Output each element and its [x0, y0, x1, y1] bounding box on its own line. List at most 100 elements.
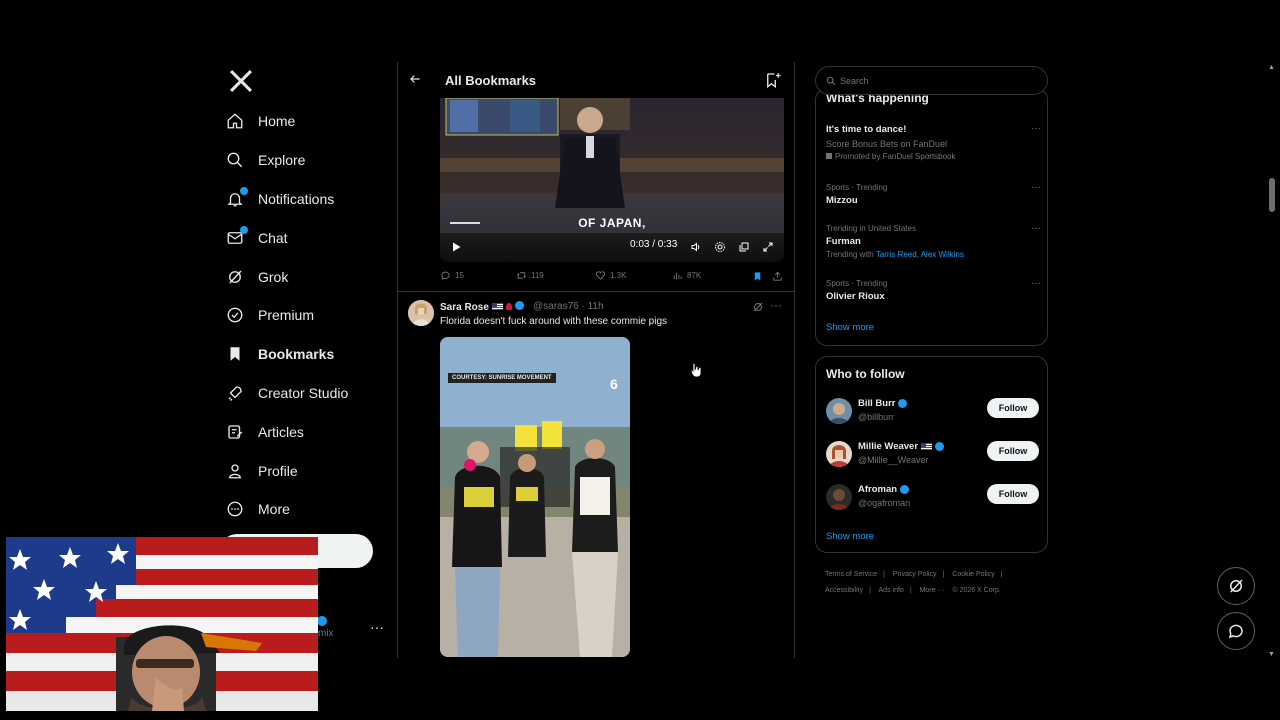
grok-float-button[interactable] — [1217, 567, 1255, 605]
promoted-icon — [826, 153, 832, 159]
footer-link-ads[interactable]: Ads info — [879, 587, 904, 594]
verified-badge-icon — [900, 485, 910, 494]
follow-suggestion[interactable]: Afroman @ogafroman Follow — [826, 483, 1039, 517]
bookmark-icon — [230, 347, 240, 361]
page-scrollbar[interactable]: ▲ ▼ — [1267, 62, 1277, 658]
trends-show-more-link[interactable]: Show more — [826, 322, 874, 333]
grok-icon — [1230, 579, 1243, 593]
footer-link-privacy[interactable]: Privacy Policy — [893, 571, 937, 578]
footer-sep: | — [869, 587, 871, 594]
scroll-down-icon[interactable]: ▼ — [1268, 651, 1275, 658]
search-icon — [227, 152, 243, 168]
reply-button[interactable]: 15 — [440, 270, 464, 281]
sidebar-item-explore[interactable]: Explore — [218, 141, 398, 180]
views-button[interactable]: 87K — [672, 270, 701, 281]
tweet-video[interactable]: 6 COURTESY: SUNRISE MOVEMENT — [440, 337, 630, 657]
suggestion-handle: @ogafroman — [858, 498, 911, 508]
tweet-author-name[interactable]: Sara Rose — [440, 301, 524, 313]
sidebar-item-grok[interactable]: Grok — [218, 257, 398, 296]
sidebar-nav: Home Explore Notifications Chat Grok Pre… — [218, 64, 398, 529]
trend-meta: Sports · Trending — [826, 183, 888, 192]
messages-float-button[interactable] — [1217, 612, 1255, 650]
view-count: 87K — [687, 271, 702, 280]
trend-item[interactable]: Sports · Trending Olivier Rioux ··· — [826, 278, 1041, 304]
x-logo-icon[interactable] — [224, 64, 258, 98]
fullscreen-icon[interactable] — [762, 241, 774, 253]
premium-icon — [227, 307, 243, 323]
search-input[interactable] — [840, 73, 1030, 89]
sidebar-item-bookmarks[interactable]: Bookmarks — [218, 335, 398, 374]
views-chart-icon — [673, 272, 682, 280]
page-title: All Bookmarks — [445, 73, 537, 88]
search-icon — [826, 76, 836, 86]
repost-icon — [517, 272, 526, 279]
sidebar-item-profile[interactable]: Profile — [218, 451, 398, 490]
article-icon — [228, 425, 243, 439]
share-icon[interactable] — [772, 271, 783, 282]
sidebar-item-chat[interactable]: Chat — [218, 218, 398, 257]
sidebar-item-label: Bookmarks — [258, 346, 335, 363]
trend-more-button[interactable]: ··· — [1031, 278, 1041, 289]
account-more-button[interactable]: ··· — [370, 619, 384, 635]
trend-item[interactable]: It's time to dance! Score Bonus Bets on … — [826, 123, 1041, 163]
popout-icon[interactable] — [738, 241, 750, 253]
trend-meta: Sports · Trending — [826, 279, 888, 288]
sidebar-item-home[interactable]: Home — [218, 102, 398, 141]
video-source-tag: COURTESY: SUNRISE MOVEMENT — [448, 373, 556, 383]
scrollbar-thumb[interactable] — [1269, 178, 1275, 212]
trend-more-button[interactable]: ··· — [1031, 182, 1041, 193]
trend-more-button[interactable]: ··· — [1031, 223, 1041, 234]
back-arrow-icon[interactable] — [408, 72, 422, 86]
notification-badge — [240, 186, 248, 195]
video-frame: 6 — [440, 337, 630, 657]
footer-link-more[interactable]: More ··· — [920, 587, 945, 594]
sidebar-item-label: Profile — [258, 462, 298, 479]
like-button[interactable]: 1.3K — [595, 270, 626, 281]
search-bar[interactable] — [815, 66, 1048, 95]
bookmark-folder-icon[interactable] — [764, 71, 782, 89]
follow-button[interactable]: Follow — [987, 441, 1039, 461]
volume-icon[interactable] — [690, 241, 702, 253]
footer-link-cookies[interactable]: Cookie Policy — [952, 571, 994, 578]
suggestion-name: Afroman — [858, 484, 910, 495]
sidebar-item-label: More — [258, 501, 290, 518]
follow-suggestion[interactable]: Bill Burr @billburr Follow — [826, 397, 1039, 431]
trending-panel: What's happening It's time to dance! Sco… — [815, 88, 1048, 346]
sidebar-item-notifications[interactable]: Notifications — [218, 180, 398, 219]
avatar[interactable] — [408, 300, 434, 326]
footer-copyright: © 2026 X Corp. — [952, 587, 1001, 594]
video-player[interactable]: OF JAPAN, 0:03 / 0:33 — [440, 98, 784, 262]
avatar[interactable] — [826, 398, 852, 424]
trend-more-button[interactable]: ··· — [1031, 123, 1041, 134]
follow-suggestion[interactable]: Millie Weaver @Millie__Weaver Follow — [826, 440, 1039, 474]
sidebar-item-more[interactable]: More — [218, 490, 398, 529]
sidebar-item-creator-studio[interactable]: Creator Studio — [218, 374, 398, 413]
trend-meta: Trending in United States — [826, 224, 916, 233]
who-show-more-link[interactable]: Show more — [826, 531, 874, 542]
avatar[interactable] — [826, 484, 852, 510]
avatar[interactable] — [826, 441, 852, 467]
trend-item[interactable]: Sports · Trending Mizzou ··· — [826, 182, 1041, 208]
settings-gear-icon[interactable] — [714, 241, 726, 253]
repost-button[interactable]: 119 — [516, 270, 544, 281]
tweet-more-button[interactable]: ··· — [770, 298, 782, 312]
follow-button[interactable]: Follow — [987, 484, 1039, 504]
heart-icon — [595, 271, 606, 280]
sidebar-item-articles[interactable]: Articles — [218, 412, 398, 451]
trend-item[interactable]: Trending in United States Furman Trendin… — [826, 223, 1041, 261]
scroll-up-icon[interactable]: ▲ — [1268, 64, 1275, 71]
grok-icon[interactable] — [752, 301, 764, 313]
repost-count: 119 — [531, 271, 544, 280]
follow-button[interactable]: Follow — [987, 398, 1039, 418]
sidebar-item-premium[interactable]: Premium — [218, 296, 398, 335]
bookmark-filled-icon[interactable] — [752, 271, 763, 282]
play-icon[interactable] — [450, 241, 462, 253]
sidebar-item-label: Chat — [258, 229, 288, 246]
suggestion-handle: @Millie__Weaver — [858, 455, 929, 465]
footer-link-accessibility[interactable]: Accessibility — [825, 587, 863, 594]
tweet-author-handle[interactable]: @saras76 · 11h — [533, 301, 604, 312]
reply-icon — [441, 271, 450, 281]
footer-link-terms[interactable]: Terms of Service — [825, 571, 877, 578]
grok-icon — [229, 270, 242, 284]
who-to-follow-title: Who to follow — [826, 367, 905, 381]
